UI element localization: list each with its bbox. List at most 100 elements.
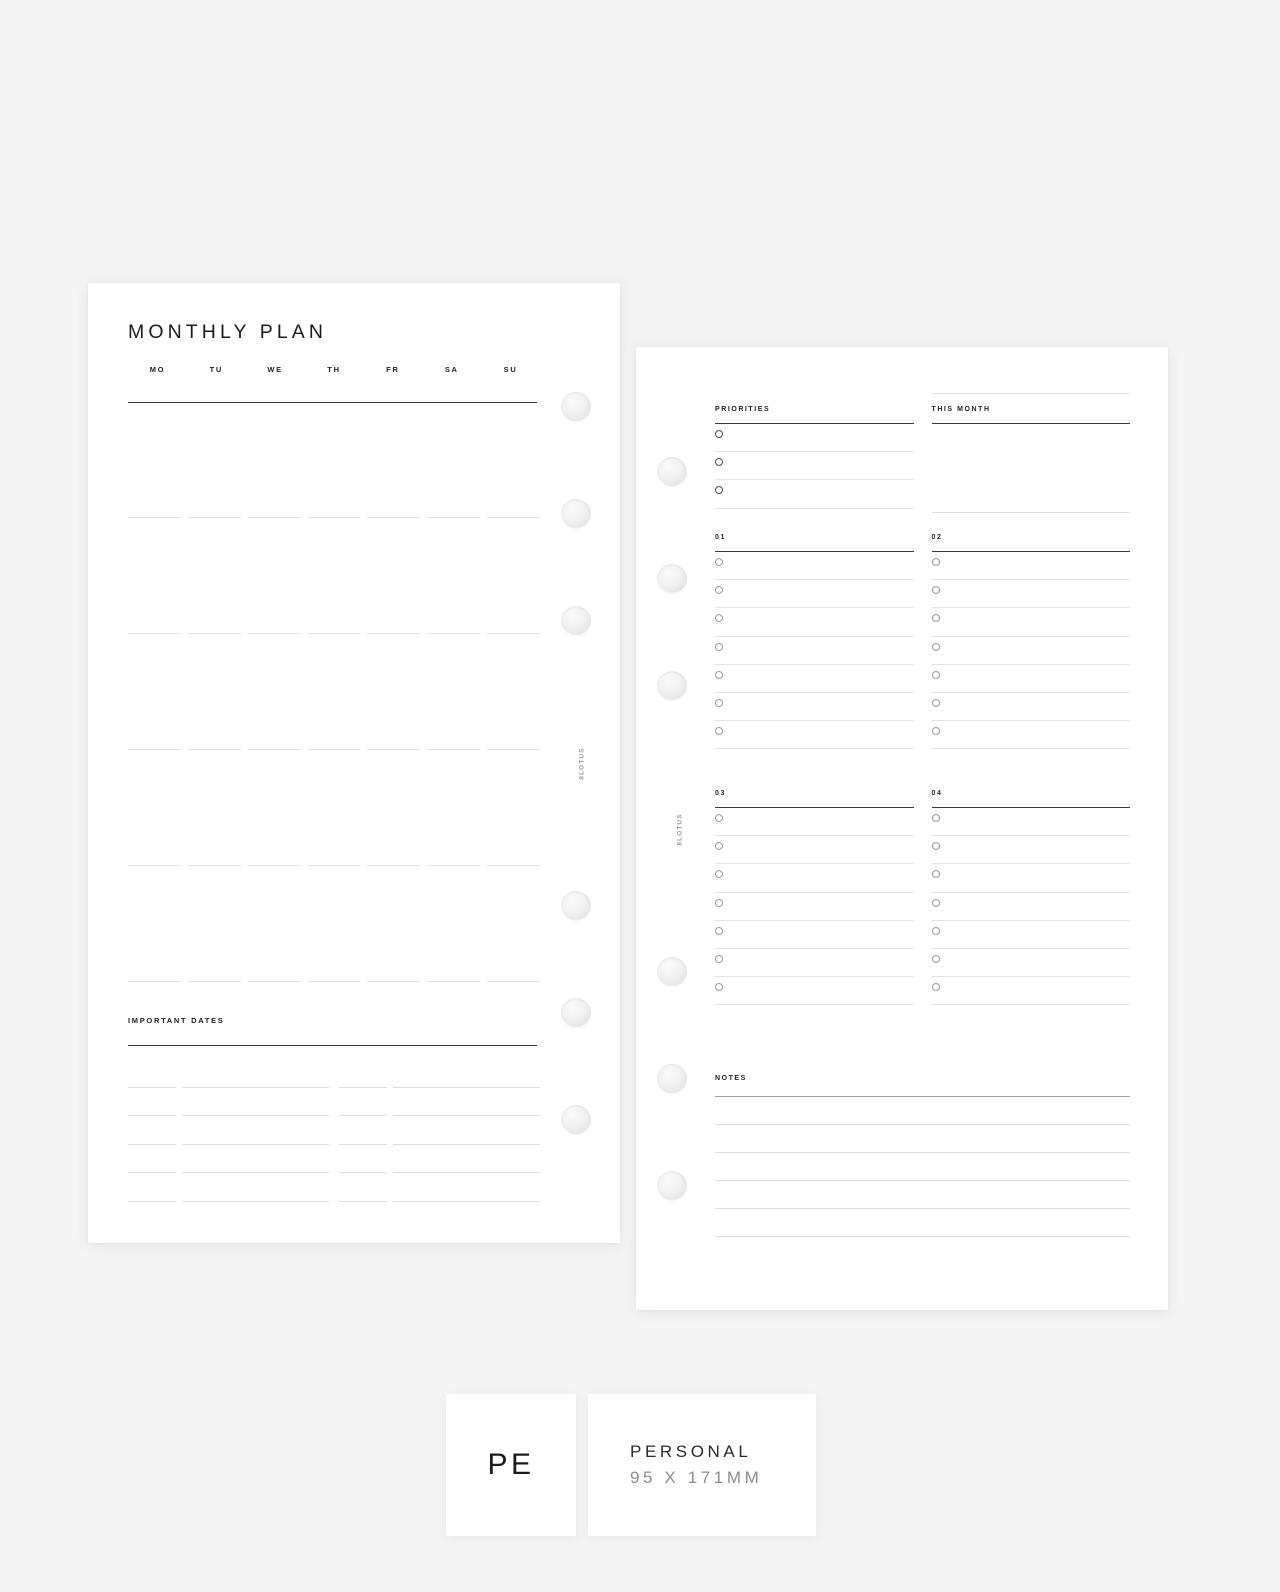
week-task-item[interactable] — [715, 949, 914, 978]
checkbox-circle-icon[interactable] — [931, 870, 940, 879]
important-date-day-field[interactable] — [339, 1200, 387, 1202]
calendar-day-cell-rule[interactable] — [427, 749, 481, 750]
week-task-item[interactable] — [931, 721, 1130, 750]
week-task-item[interactable] — [715, 864, 914, 893]
checkbox-circle-icon[interactable] — [715, 698, 723, 707]
calendar-day-cell-rule[interactable] — [187, 865, 241, 866]
checkbox-circle-icon[interactable] — [715, 458, 723, 467]
calendar-day-cell-rule[interactable] — [367, 749, 421, 750]
calendar-day-cell-rule[interactable] — [427, 633, 481, 634]
calendar-day-cell-rule[interactable] — [367, 517, 421, 518]
notes-writing-line[interactable] — [715, 1152, 1130, 1153]
calendar-day-cell-rule[interactable] — [487, 865, 541, 866]
checkbox-circle-icon[interactable] — [715, 814, 723, 822]
week-task-item[interactable] — [715, 808, 914, 837]
week-task-item[interactable] — [931, 665, 1130, 693]
week-task-item[interactable] — [931, 608, 1130, 637]
priority-item[interactable] — [715, 480, 914, 509]
important-date-text-field[interactable] — [182, 1086, 329, 1088]
notes-writing-line[interactable] — [715, 1236, 1130, 1237]
calendar-day-cell-rule[interactable] — [487, 633, 541, 634]
important-date-text-field[interactable] — [182, 1115, 329, 1116]
week-task-item[interactable] — [931, 893, 1130, 921]
this-month-writing-area[interactable] — [932, 424, 1131, 512]
calendar-day-cell-rule[interactable] — [247, 981, 301, 982]
important-date-day-field[interactable] — [128, 1200, 176, 1202]
calendar-day-cell-rule[interactable] — [487, 981, 541, 982]
calendar-day-cell-rule[interactable] — [128, 633, 181, 634]
calendar-day-cell-rule[interactable] — [128, 517, 181, 518]
calendar-day-cell-rule[interactable] — [307, 981, 361, 982]
calendar-day-cell-rule[interactable] — [247, 633, 301, 634]
checkbox-circle-icon[interactable] — [931, 954, 940, 963]
checkbox-circle-icon[interactable] — [715, 670, 723, 679]
checkbox-circle-icon[interactable] — [715, 926, 723, 935]
important-date-day-field[interactable] — [339, 1172, 387, 1173]
calendar-day-cell-rule[interactable] — [427, 981, 481, 982]
week-task-item[interactable] — [715, 977, 914, 1006]
calendar-day-cell-rule[interactable] — [307, 633, 361, 634]
checkbox-circle-icon[interactable] — [931, 898, 940, 907]
week-task-item[interactable] — [931, 808, 1130, 837]
checkbox-circle-icon[interactable] — [931, 926, 940, 935]
important-date-day-field[interactable] — [128, 1086, 176, 1088]
week-task-item[interactable] — [931, 949, 1130, 978]
calendar-day-cell-rule[interactable] — [247, 517, 301, 518]
week-task-item[interactable] — [715, 608, 914, 637]
checkbox-circle-icon[interactable] — [931, 642, 940, 651]
important-date-day-field[interactable] — [339, 1115, 387, 1116]
checkbox-circle-icon[interactable] — [715, 430, 723, 438]
week-task-item[interactable] — [715, 552, 914, 581]
calendar-day-cell-rule[interactable] — [367, 633, 421, 634]
important-date-day-field[interactable] — [128, 1115, 176, 1116]
calendar-day-cell-rule[interactable] — [187, 981, 241, 982]
week-task-item[interactable] — [715, 665, 914, 693]
important-date-day-field[interactable] — [339, 1143, 387, 1145]
checkbox-circle-icon[interactable] — [931, 614, 940, 623]
week-task-item[interactable] — [931, 864, 1130, 893]
week-task-item[interactable] — [931, 921, 1130, 949]
calendar-day-cell-rule[interactable] — [367, 981, 421, 982]
checkbox-circle-icon[interactable] — [715, 586, 723, 595]
checkbox-circle-icon[interactable] — [715, 727, 723, 736]
priority-item[interactable] — [715, 452, 914, 481]
calendar-day-cell-rule[interactable] — [307, 749, 361, 750]
checkbox-circle-icon[interactable] — [931, 727, 940, 736]
calendar-day-cell-rule[interactable] — [128, 749, 181, 750]
checkbox-circle-icon[interactable] — [931, 586, 940, 595]
checkbox-circle-icon[interactable] — [715, 558, 723, 566]
week-task-item[interactable] — [715, 580, 914, 609]
calendar-day-cell-rule[interactable] — [187, 749, 241, 750]
calendar-day-cell-rule[interactable] — [427, 517, 481, 518]
checkbox-circle-icon[interactable] — [931, 698, 940, 707]
checkbox-circle-icon[interactable] — [715, 842, 723, 851]
calendar-day-cell-rule[interactable] — [128, 865, 181, 866]
calendar-day-cell-rule[interactable] — [427, 865, 481, 866]
notes-writing-line[interactable] — [715, 1124, 1130, 1125]
calendar-day-cell-rule[interactable] — [307, 865, 361, 866]
checkbox-circle-icon[interactable] — [715, 614, 723, 623]
important-date-text-field[interactable] — [182, 1143, 329, 1145]
notes-writing-line[interactable] — [715, 1208, 1130, 1209]
week-task-item[interactable] — [931, 580, 1130, 609]
week-task-item[interactable] — [931, 552, 1130, 581]
checkbox-circle-icon[interactable] — [715, 898, 723, 907]
important-date-text-field[interactable] — [393, 1143, 540, 1145]
checkbox-circle-icon[interactable] — [931, 983, 940, 992]
priority-item[interactable] — [715, 424, 914, 453]
checkbox-circle-icon[interactable] — [715, 870, 723, 879]
calendar-day-cell-rule[interactable] — [187, 517, 241, 518]
important-date-text-field[interactable] — [393, 1115, 540, 1116]
week-task-item[interactable] — [715, 921, 914, 949]
week-task-item[interactable] — [715, 836, 914, 865]
checkbox-circle-icon[interactable] — [931, 670, 940, 679]
week-task-item[interactable] — [931, 977, 1130, 1006]
important-date-day-field[interactable] — [339, 1086, 387, 1088]
checkbox-circle-icon[interactable] — [931, 842, 940, 851]
important-date-text-field[interactable] — [393, 1172, 540, 1173]
calendar-day-cell-rule[interactable] — [487, 749, 541, 750]
checkbox-circle-icon[interactable] — [715, 642, 723, 651]
week-task-item[interactable] — [715, 721, 914, 750]
calendar-day-cell-rule[interactable] — [487, 517, 541, 518]
calendar-day-cell-rule[interactable] — [187, 633, 241, 634]
